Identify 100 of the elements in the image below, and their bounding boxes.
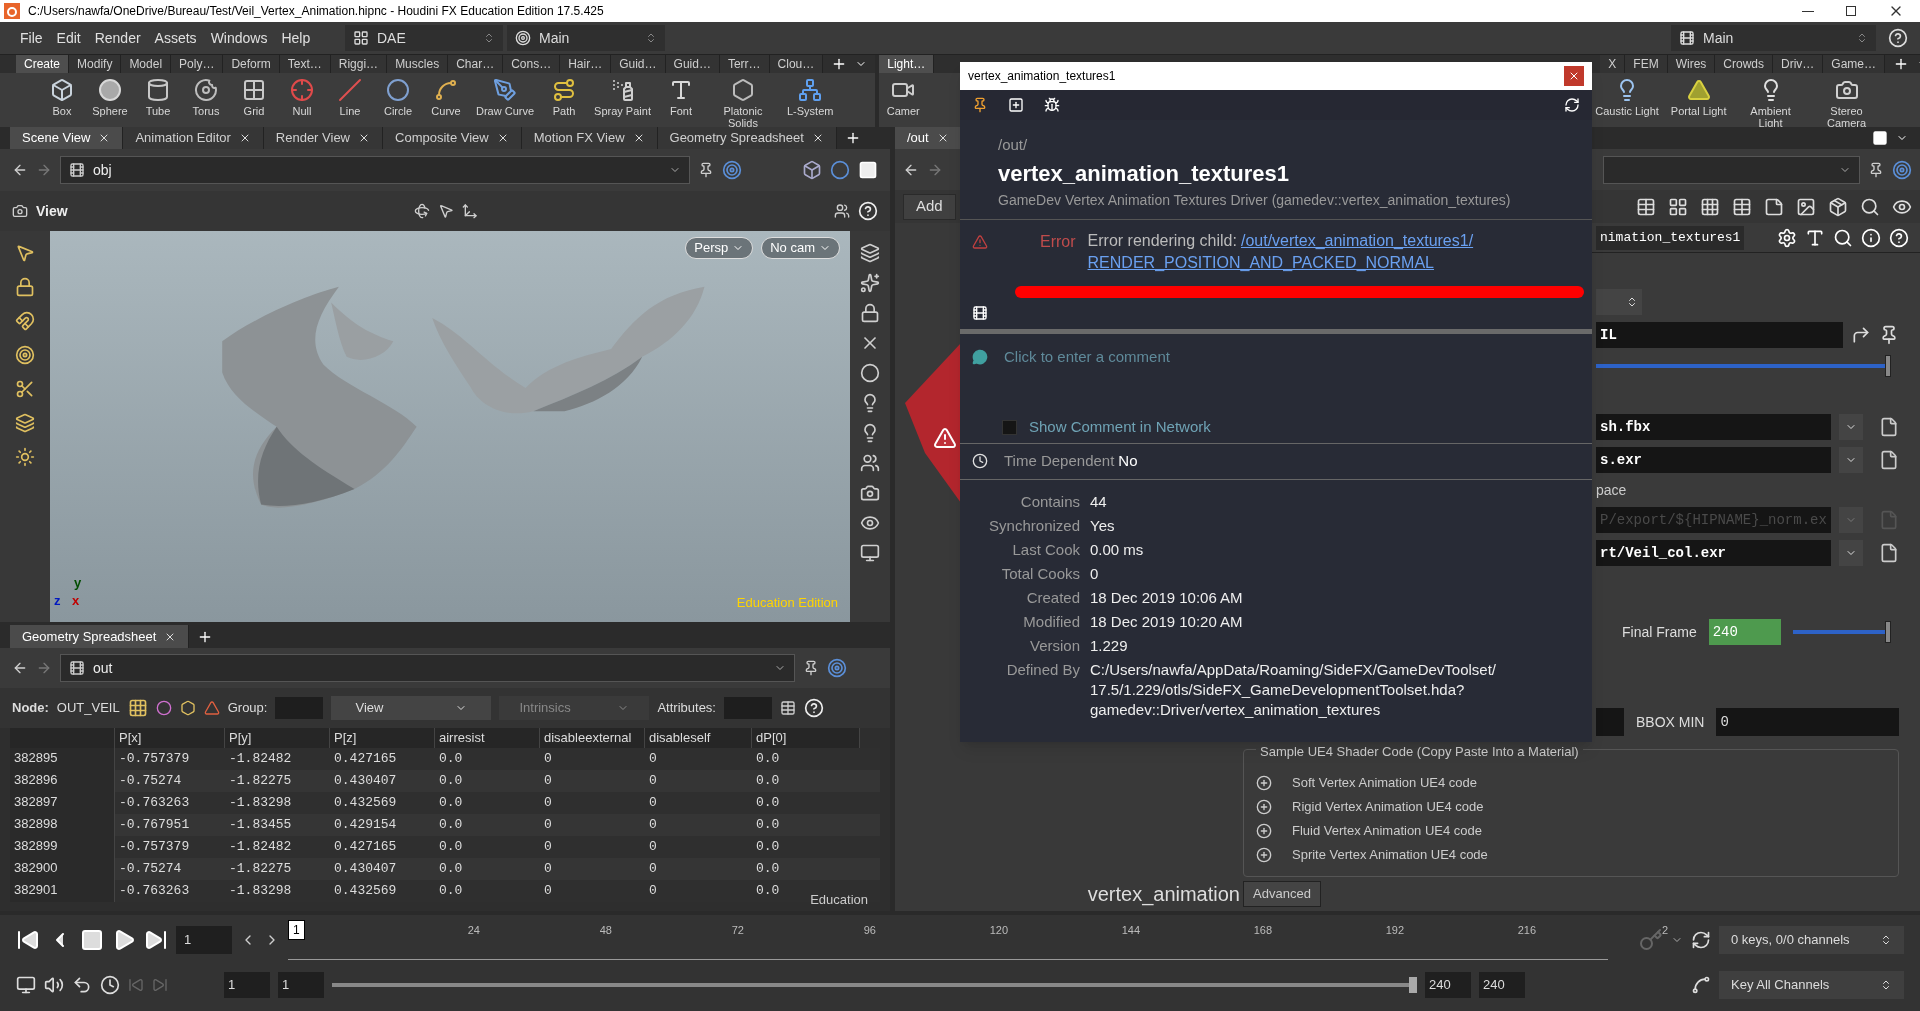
- pane-tab[interactable]: Render View: [263, 127, 383, 149]
- pane-tab[interactable]: Geometry Spreadsheet: [657, 127, 837, 149]
- figure-icon[interactable]: [860, 453, 880, 473]
- pane-tab[interactable]: Animation Editor: [123, 127, 264, 149]
- minimize-icon[interactable]: [1802, 10, 1814, 12]
- refresh-icon[interactable]: [1691, 930, 1711, 950]
- shelf-tool[interactable]: Circle: [374, 78, 422, 117]
- sun-icon[interactable]: [15, 447, 35, 467]
- shelf-tool[interactable]: Portal Light: [1664, 78, 1733, 117]
- shelf-tool[interactable]: Caustic Light: [1589, 78, 1665, 117]
- pointer-icon[interactable]: [437, 203, 454, 219]
- back-icon[interactable]: [12, 162, 28, 178]
- shelf-tab[interactable]: Create: [16, 55, 70, 73]
- list-icon[interactable]: [1636, 196, 1656, 217]
- shelf-tool[interactable]: Line: [326, 78, 374, 117]
- shelf-tool[interactable]: Draw Curve: [470, 78, 541, 117]
- shelf-tool[interactable]: Curve: [422, 78, 470, 117]
- desktop-dropdown[interactable]: DAE: [345, 25, 503, 51]
- error-link[interactable]: RENDER_POSITION_AND_PACKED_NORMAL: [1087, 251, 1474, 274]
- shelf-tab[interactable]: Light…: [879, 55, 935, 73]
- pane-tab[interactable]: Geometry Spreadsheet: [10, 625, 190, 648]
- shelf-tab[interactable]: Riggi…: [330, 55, 388, 73]
- layout-icon[interactable]: [1732, 196, 1752, 217]
- bug-icon[interactable]: [1044, 97, 1060, 113]
- shelf-tab[interactable]: Driv…: [1773, 55, 1824, 73]
- scissors-icon[interactable]: [15, 379, 35, 399]
- range-handle[interactable]: [1409, 977, 1417, 993]
- node-name-field[interactable]: nimation_textures1: [1596, 225, 1745, 250]
- pane-tab[interactable]: Composite View: [383, 127, 522, 149]
- menu-item[interactable]: Assets: [154, 27, 197, 49]
- forward-icon[interactable]: [36, 660, 52, 676]
- rotate-icon[interactable]: [413, 203, 430, 219]
- pane-tab[interactable]: /out: [895, 127, 962, 149]
- key-mode-dropdown[interactable]: Key All Channels: [1719, 971, 1904, 999]
- desktop-dropdown[interactable]: Main: [1671, 25, 1876, 51]
- menu-item[interactable]: Windows: [210, 27, 268, 49]
- search-icon[interactable]: [1860, 196, 1880, 217]
- expand-item[interactable]: Sprite Vertex Animation UE4 code: [1256, 843, 1488, 867]
- shelf-tab[interactable]: Game…: [1823, 55, 1886, 73]
- target-icon[interactable]: [722, 160, 742, 180]
- dropdown-button[interactable]: [1838, 414, 1863, 440]
- list-icon[interactable]: [780, 700, 796, 716]
- curve-icon[interactable]: [1691, 975, 1711, 995]
- eye-icon[interactable]: [860, 513, 880, 533]
- pin-icon[interactable]: [698, 162, 714, 178]
- pane-tab[interactable]: Scene View: [10, 127, 124, 149]
- restore-icon[interactable]: [1846, 6, 1856, 16]
- shelf-tab[interactable]: Clou…: [769, 55, 824, 73]
- shelf-tab[interactable]: Wires: [1667, 55, 1716, 73]
- camera-icon[interactable]: [860, 483, 880, 503]
- range-start-field[interactable]: 1: [224, 972, 270, 998]
- target-icon[interactable]: [15, 345, 35, 365]
- pin-icon[interactable]: [972, 97, 988, 113]
- layers-icon[interactable]: [860, 243, 880, 263]
- shelf-tab[interactable]: Muscles: [387, 55, 449, 73]
- text-field[interactable]: s.exr: [1596, 447, 1831, 473]
- column-header[interactable]: disableexternal: [540, 728, 645, 748]
- shelf-tool[interactable]: Stereo Camera: [1808, 78, 1885, 129]
- shelf-tool[interactable]: Camer: [879, 78, 928, 117]
- text-field[interactable]: rt/Veil_col.exr: [1596, 540, 1831, 566]
- help-icon[interactable]: [1888, 28, 1908, 48]
- shelf-tool[interactable]: Box: [38, 78, 86, 117]
- shelf-tab[interactable]: Model: [121, 55, 172, 73]
- comment-field[interactable]: Click to enter a comment: [1004, 345, 1170, 368]
- run-mode-dropdown[interactable]: Main: [507, 25, 665, 51]
- menu-item[interactable]: File: [20, 27, 43, 49]
- sparkle-icon[interactable]: [860, 273, 880, 293]
- refresh-icon[interactable]: [1564, 97, 1580, 113]
- shelf-tab[interactable]: Guid…: [611, 55, 666, 73]
- view-dropdown[interactable]: View: [331, 696, 492, 720]
- pointer-icon[interactable]: [15, 243, 35, 263]
- expand-item[interactable]: Fluid Vertex Animation UE4 code: [1256, 819, 1483, 843]
- pane-tab[interactable]: Motion FX View: [521, 127, 658, 149]
- dropdown-button[interactable]: [1838, 540, 1863, 566]
- help-icon[interactable]: [804, 698, 824, 718]
- box-icon[interactable]: [1828, 196, 1848, 217]
- speaker-icon[interactable]: [44, 975, 64, 995]
- back-icon[interactable]: [12, 660, 28, 676]
- path-field[interactable]: obj: [60, 156, 690, 184]
- shelf-tab[interactable]: Hair…: [560, 55, 612, 73]
- target-icon[interactable]: [1892, 159, 1912, 180]
- text-field[interactable]: IL: [1596, 322, 1843, 348]
- settings-icon[interactable]: [1776, 227, 1797, 248]
- menu-item[interactable]: Edit: [56, 27, 81, 49]
- lock-icon[interactable]: [860, 303, 880, 323]
- grid-icon[interactable]: [1700, 196, 1720, 217]
- shelf-tool[interactable]: Sphere: [86, 78, 134, 117]
- slider-thumb[interactable]: [1884, 621, 1891, 643]
- forward-icon[interactable]: [36, 162, 52, 178]
- slider-thumb[interactable]: [1884, 355, 1891, 377]
- sticky-note-icon[interactable]: [1764, 196, 1784, 217]
- shelf-tab[interactable]: FEM: [1625, 55, 1668, 73]
- magnet-icon[interactable]: [15, 311, 35, 331]
- shelf-tool[interactable]: Null: [278, 78, 326, 117]
- range-end-field[interactable]: 240: [1425, 972, 1471, 998]
- column-header[interactable]: airresist: [435, 728, 540, 748]
- camera-menu-button[interactable]: No cam: [761, 237, 840, 259]
- layers-icon[interactable]: [15, 413, 35, 433]
- shelf-tab[interactable]: Poly…: [171, 55, 224, 73]
- shelf-tab[interactable]: Deform: [223, 55, 280, 73]
